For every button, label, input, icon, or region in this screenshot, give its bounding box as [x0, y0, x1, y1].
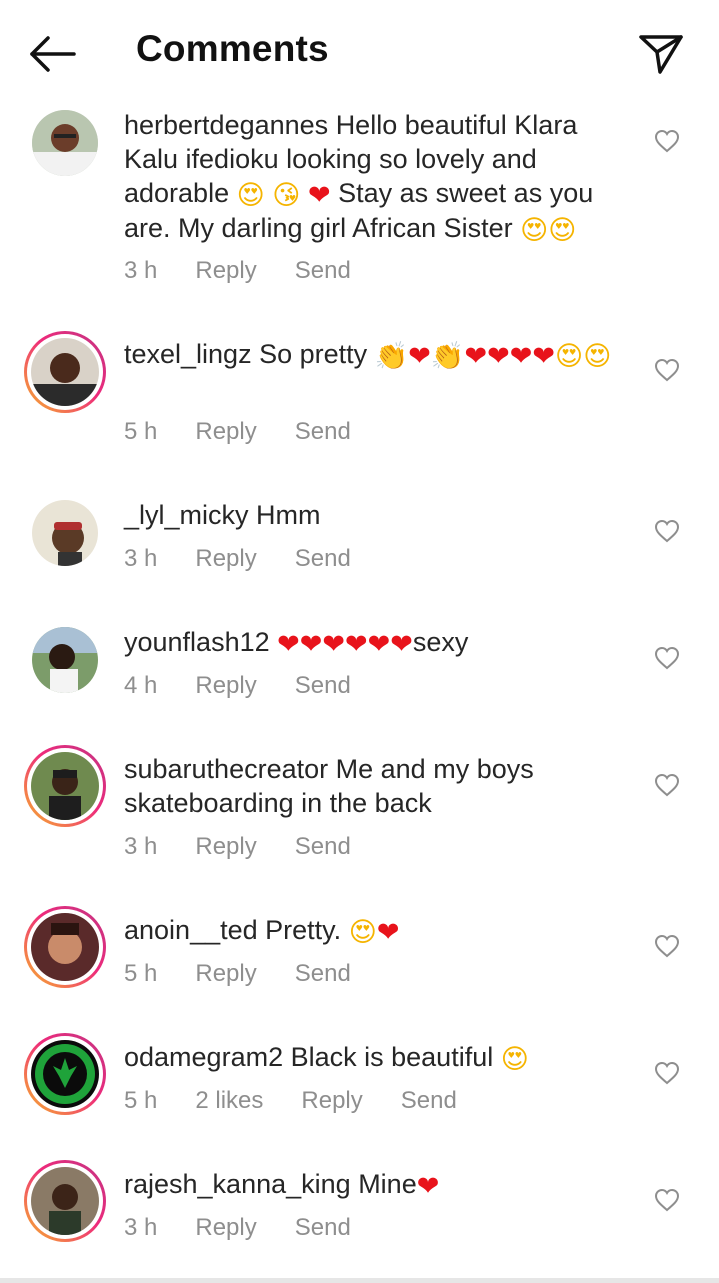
comment-username[interactable]: younflash12 — [124, 627, 270, 657]
page-title: Comments — [136, 28, 329, 69]
heart-outline-icon[interactable] — [654, 773, 680, 797]
comment-meta: 3 h Reply Send — [124, 545, 389, 573]
clapping-emoji: 👏 — [374, 341, 409, 372]
likes-count[interactable]: 2 likes — [195, 1087, 263, 1115]
red-heart-emoji: ❤ — [376, 917, 400, 948]
header-bar: Comments — [0, 0, 719, 100]
send-button[interactable]: Send — [295, 545, 351, 573]
comment-time: 4 h — [124, 672, 158, 699]
comment-username[interactable]: _lyl_micky — [124, 500, 249, 530]
heart-outline-icon[interactable] — [654, 1061, 680, 1085]
send-button[interactable]: Send — [295, 960, 351, 988]
reply-button[interactable]: Reply — [301, 1087, 362, 1115]
comment-time: 5 h — [124, 960, 158, 987]
heart-eyes-emoji: 😍 — [236, 180, 265, 211]
comment-text: younflash12 ❤❤❤❤❤❤sexy — [124, 625, 634, 660]
avatar[interactable] — [24, 745, 106, 827]
comment-text: _lyl_micky Hmm — [124, 498, 634, 532]
comment-username[interactable]: subaruthecreator — [124, 754, 328, 784]
red-heart-emoji: ❤❤❤❤ — [464, 341, 556, 372]
comment-text: odamegram2 Black is beautiful 😍 — [124, 1040, 634, 1075]
reply-button[interactable]: Reply — [195, 960, 256, 988]
comment-body: Pretty. — [265, 915, 342, 945]
heart-eyes-emoji: 😍 — [348, 917, 377, 948]
comment-meta: 3 h Reply Send — [124, 833, 389, 861]
divider — [0, 1278, 719, 1283]
comment-text: rajesh_kanna_king Mine❤ — [124, 1167, 634, 1202]
comment-meta: 3 h Reply Send — [124, 1214, 389, 1242]
heart-eyes-emoji: 😍😍 — [520, 215, 577, 246]
reply-button[interactable]: Reply — [195, 1214, 256, 1242]
share-button[interactable] — [636, 28, 686, 78]
avatar[interactable] — [24, 906, 106, 988]
comment-body: sexy — [412, 627, 469, 657]
comment-body: Mine — [358, 1169, 417, 1199]
avatar[interactable] — [24, 492, 106, 574]
red-heart-emoji: ❤ — [307, 180, 331, 211]
back-button[interactable] — [26, 30, 80, 78]
send-button[interactable]: Send — [295, 257, 351, 285]
comment-time: 5 h — [124, 418, 158, 445]
avatar[interactable] — [24, 1160, 106, 1242]
comment-body: So pretty — [259, 339, 368, 369]
comment-meta: 3 h Reply Send — [124, 257, 389, 285]
comment-time: 3 h — [124, 1214, 158, 1241]
comment-text: texel_lingz So pretty 👏❤👏❤❤❤❤😍😍 — [124, 337, 634, 372]
heart-outline-icon[interactable] — [654, 934, 680, 958]
send-button[interactable]: Send — [295, 1214, 351, 1242]
red-heart-emoji: ❤ — [408, 341, 431, 372]
heart-outline-icon[interactable] — [654, 519, 680, 543]
avatar[interactable] — [24, 619, 106, 701]
comment-username[interactable]: rajesh_kanna_king — [124, 1169, 351, 1199]
comment-time: 3 h — [124, 833, 158, 860]
comment-username[interactable]: texel_lingz — [124, 339, 252, 369]
paper-plane-icon — [639, 35, 683, 74]
avatar[interactable] — [24, 102, 106, 184]
green-badge-logo — [31, 1040, 99, 1108]
arrow-left-icon — [30, 36, 76, 72]
comment-body: Black is beautiful — [290, 1042, 494, 1072]
comment-username[interactable]: herbertdegannes — [124, 110, 328, 140]
send-button[interactable]: Send — [295, 833, 351, 861]
send-button[interactable]: Send — [401, 1087, 457, 1115]
comment-time: 5 h — [124, 1087, 158, 1114]
reply-button[interactable]: Reply — [195, 418, 256, 446]
comment-time: 3 h — [124, 257, 158, 284]
comment-text: anoin__ted Pretty. 😍❤ — [124, 913, 634, 948]
comment-username[interactable]: odamegram2 — [124, 1042, 283, 1072]
comment-meta: 5 h 2 likes Reply Send — [124, 1087, 495, 1115]
reply-button[interactable]: Reply — [195, 833, 256, 861]
heart-outline-icon[interactable] — [654, 129, 680, 153]
comment-time: 3 h — [124, 545, 158, 572]
comment-text: subaruthecreator Me and my boys skateboa… — [124, 752, 634, 820]
kiss-emoji: 😘 — [272, 180, 301, 211]
reply-button[interactable]: Reply — [195, 672, 256, 700]
comment-meta: 5 h Reply Send — [124, 960, 389, 988]
comment-meta: 4 h Reply Send — [124, 672, 389, 700]
heart-eyes-emoji: 😍😍 — [555, 341, 612, 372]
send-button[interactable]: Send — [295, 418, 351, 446]
heart-outline-icon[interactable] — [654, 646, 680, 670]
reply-button[interactable]: Reply — [195, 545, 256, 573]
heart-outline-icon[interactable] — [654, 1188, 680, 1212]
comment-body: Hmm — [256, 500, 321, 530]
send-button[interactable]: Send — [295, 672, 351, 700]
clapping-emoji: 👏 — [430, 341, 465, 372]
comment-text: herbertdegannes Hello beautiful Klara Ka… — [124, 108, 634, 246]
reply-button[interactable]: Reply — [195, 257, 256, 285]
heart-outline-icon[interactable] — [654, 358, 680, 382]
avatar[interactable] — [24, 1033, 106, 1115]
red-heart-emoji: ❤ — [416, 1171, 440, 1202]
avatar[interactable] — [24, 331, 106, 413]
comment-meta: 5 h Reply Send — [124, 418, 389, 446]
comment-username[interactable]: anoin__ted — [124, 915, 258, 945]
red-heart-emoji: ❤❤❤❤❤❤ — [277, 629, 413, 660]
heart-eyes-emoji: 😍 — [500, 1044, 529, 1075]
